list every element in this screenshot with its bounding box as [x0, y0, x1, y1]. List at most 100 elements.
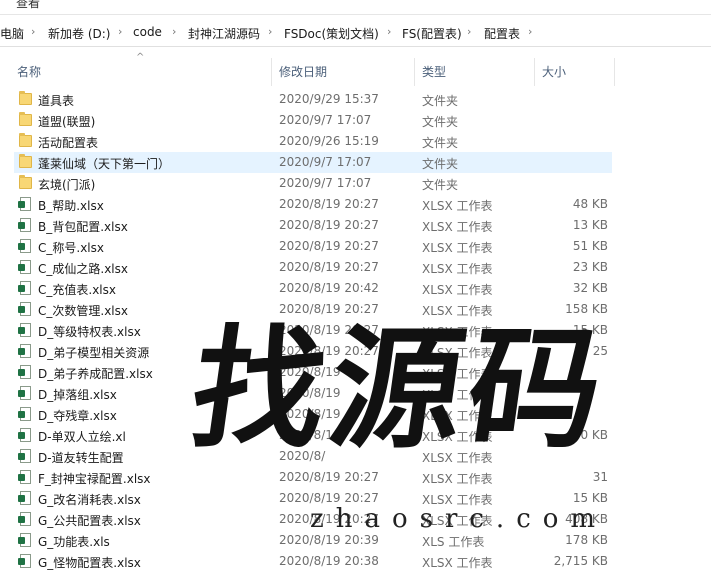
chevron-right-icon[interactable]: ›: [387, 25, 391, 38]
file-name: 道具表: [38, 94, 75, 108]
column-divider[interactable]: [271, 58, 272, 86]
file-name: G_功能表.xls: [38, 535, 110, 549]
excel-file-icon: [18, 470, 31, 484]
file-type: XLSX 工作表: [422, 283, 493, 297]
file-row[interactable]: G_改名消耗表.xlsx 2020/8/19 20:27 XLSX 工作表 15 KB: [0, 488, 711, 509]
file-size: 178 KB: [565, 533, 608, 547]
file-modified-date: 2020/8/19 20:27: [279, 491, 379, 505]
file-type: XLSX 工作表: [422, 472, 493, 486]
file-type: XLSX 工作表: [422, 409, 493, 423]
excel-file-icon: [18, 533, 31, 547]
chevron-right-icon[interactable]: ›: [31, 25, 35, 38]
file-name: D-道友转生配置: [38, 451, 124, 465]
file-row[interactable]: D_等级特权表.xlsx 2020/8/19 20:27 XLSX 工作表 15 KB: [0, 320, 711, 341]
file-row[interactable]: D_弟子模型相关资源 2020/8/19 20:27 XLSX 工作表 25: [0, 341, 711, 362]
file-modified-date: 2020/9/7 17:07: [279, 176, 372, 190]
folder-icon: [19, 91, 32, 105]
file-name: D_夺残章.xlsx: [38, 409, 117, 423]
file-row[interactable]: G_功能表.xls 2020/8/19 20:39 XLS 工作表 178 KB: [0, 530, 711, 551]
breadcrumb-item-pc[interactable]: 电脑: [0, 25, 24, 42]
folder-row[interactable]: 道盟(联盟) 2020/9/7 17:07 文件夹: [0, 110, 711, 131]
file-size: 408 KB: [565, 512, 608, 526]
file-size: 15 KB: [572, 323, 608, 337]
folder-row[interactable]: 玄境(门派) 2020/9/7 17:07 文件夹: [0, 173, 711, 194]
file-size: 31: [592, 470, 608, 484]
chevron-right-icon[interactable]: ›: [118, 25, 122, 38]
ribbon-view-tab[interactable]: 查看: [16, 0, 40, 11]
folder-row[interactable]: 活动配置表 2020/9/26 15:19 文件夹: [0, 131, 711, 152]
file-name: 道盟(联盟): [38, 115, 96, 129]
file-type: XLSX 工作表: [422, 388, 493, 402]
file-type: XLSX 工作表: [422, 325, 493, 339]
file-row[interactable]: B_背包配置.xlsx 2020/8/19 20:27 XLSX 工作表 13 KB: [0, 215, 711, 236]
file-modified-date: 2020/9/26 15:19: [279, 134, 379, 148]
breadcrumb-item-current[interactable]: 配置表: [484, 25, 520, 42]
breadcrumb[interactable]: 电脑 › 新加卷 (D:) › code › 封神江湖源码 › FSDoc(策划…: [0, 20, 711, 47]
folder-icon: [19, 154, 32, 168]
file-type: 文件夹: [422, 178, 459, 192]
file-row[interactable]: D_掉落组.xlsx 2020/8/19 XLSX 工作表: [0, 383, 711, 404]
file-modified-date: 2020/9/7 17:07: [279, 113, 372, 127]
file-size: 51 KB: [572, 239, 608, 253]
column-type[interactable]: 类型: [422, 63, 446, 80]
breadcrumb-item-code[interactable]: code: [133, 25, 162, 39]
chevron-right-icon[interactable]: ›: [172, 25, 176, 38]
excel-file-icon: [18, 449, 31, 463]
chevron-right-icon[interactable]: ›: [268, 25, 272, 38]
column-name[interactable]: 名称: [17, 63, 41, 80]
file-name: 活动配置表: [38, 136, 99, 150]
file-row[interactable]: D-道友转生配置 2020/8/XLSX 工作表: [0, 446, 711, 467]
column-divider[interactable]: [414, 58, 415, 86]
excel-file-icon: [18, 218, 31, 232]
excel-file-icon: [18, 491, 31, 505]
chevron-right-icon[interactable]: ›: [528, 25, 532, 38]
file-modified-date: 2020/8/: [279, 449, 326, 463]
folder-row[interactable]: 蓬莱仙域（天下第一门） 2020/9/7 17:07 文件夹: [0, 152, 711, 173]
file-row[interactable]: C_称号.xlsx 2020/8/19 20:27 XLSX 工作表 51 KB: [0, 236, 711, 257]
file-modified-date: 2020/8/19 20:42: [279, 281, 379, 295]
file-row[interactable]: G_怪物配置表.xlsx 2020/8/19 20:38 XLSX 工作表 2,715…: [0, 551, 711, 572]
file-row[interactable]: C_成仙之路.xlsx 2020/8/19 20:27 XLSX 工作表 23 KB: [0, 257, 711, 278]
file-size: 23 KB: [572, 260, 608, 274]
breadcrumb-item-drive[interactable]: 新加卷 (D:): [48, 25, 110, 42]
file-modified-date: 2020/8/19 20:27: [279, 239, 379, 253]
file-type: XLSX 工作表: [422, 304, 493, 318]
column-header: ^ 名称 修改日期 类型 大小: [0, 52, 711, 86]
file-size: 0 KB: [580, 428, 608, 442]
column-size[interactable]: 大小: [542, 63, 566, 80]
file-modified-date: 2020/8/19: [279, 386, 341, 400]
file-modified-date: 2020/8/19: [279, 365, 341, 379]
file-size: 25: [592, 344, 608, 358]
column-date[interactable]: 修改日期: [279, 63, 327, 80]
excel-file-icon: [18, 386, 31, 400]
breadcrumb-item-source[interactable]: 封神江湖源码: [188, 25, 260, 42]
file-size: 13 KB: [572, 218, 608, 232]
file-type: 文件夹: [422, 94, 459, 108]
column-divider[interactable]: [614, 58, 615, 86]
breadcrumb-item-fs[interactable]: FS(配置表): [402, 25, 462, 42]
file-name: D_弟子模型相关资源: [38, 346, 150, 360]
file-row[interactable]: B_帮助.xlsx 2020/8/19 20:27 XLSX 工作表 48 KB: [0, 194, 711, 215]
file-modified-date: 2020/8/19 20:27: [279, 512, 379, 526]
file-row[interactable]: D-单双人立绘.xl 2020/8/1 XLSX 工作表 0 KB: [0, 425, 711, 446]
excel-file-icon: [18, 344, 31, 358]
file-type: XLSX 工作表: [422, 262, 493, 276]
file-row[interactable]: D_夺残章.xlsx 2020/8/19 XLSX 工作表: [0, 404, 711, 425]
file-name: B_背包配置.xlsx: [38, 220, 128, 234]
file-row[interactable]: F_封神宝禄配置.xlsx 2020/8/19 20:27 XLSX 工作表 31: [0, 467, 711, 488]
file-row[interactable]: D_弟子养成配置.xlsx 2020/8/19 XLSX 工作表: [0, 362, 711, 383]
folder-row[interactable]: 道具表 2020/9/29 15:37 文件夹: [0, 89, 711, 110]
file-row[interactable]: C_次数管理.xlsx 2020/8/19 20:27 XLSX 工作表 158 KB: [0, 299, 711, 320]
file-row[interactable]: C_充值表.xlsx 2020/8/19 20:42 XLSX 工作表 32 KB: [0, 278, 711, 299]
file-size: 32 KB: [572, 281, 608, 295]
file-type: XLSX 工作表: [422, 493, 493, 507]
column-divider[interactable]: [534, 58, 535, 86]
file-modified-date: 2020/8/19 20:27: [279, 323, 379, 337]
file-name: B_帮助.xlsx: [38, 199, 104, 213]
breadcrumb-item-fsdoc[interactable]: FSDoc(策划文档): [284, 25, 379, 42]
excel-file-icon: [18, 302, 31, 316]
chevron-right-icon[interactable]: ›: [467, 25, 471, 38]
file-type: XLSX 工作表: [422, 367, 493, 381]
file-row[interactable]: G_公共配置表.xlsx 2020/8/19 20:27 XLSX 工作表 408 K…: [0, 509, 711, 530]
file-type: XLSX 工作表: [422, 220, 493, 234]
